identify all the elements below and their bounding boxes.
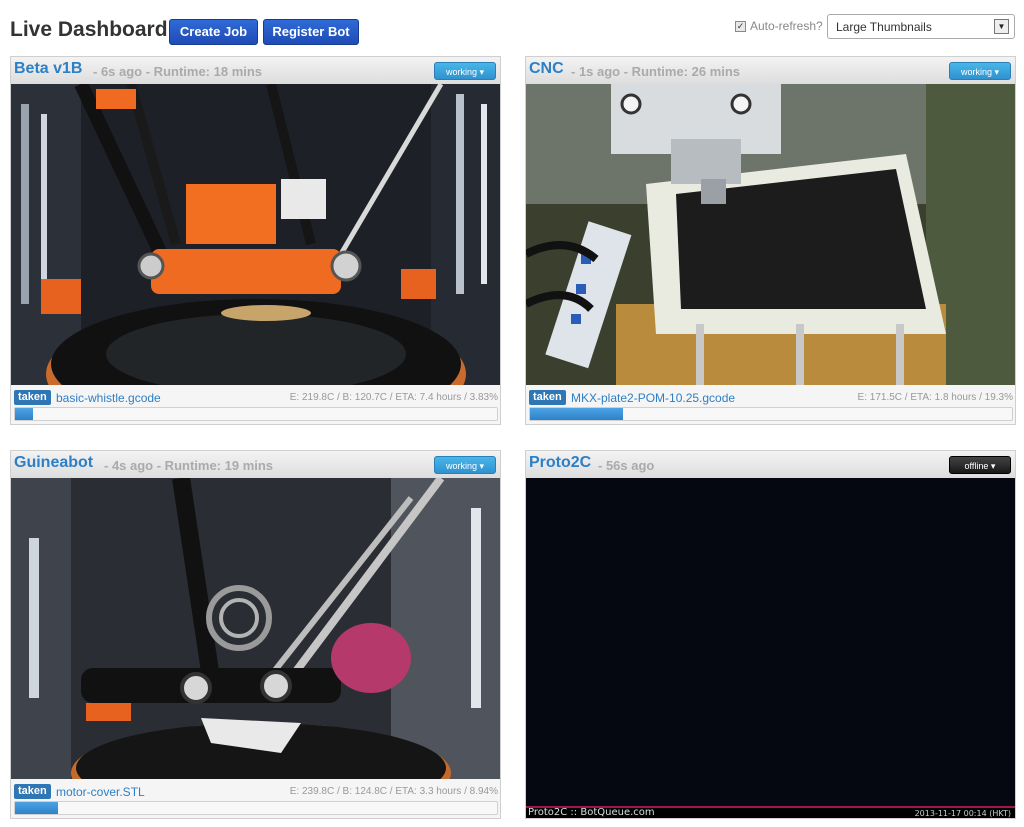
bot-name-link[interactable]: Beta v1B (14, 60, 82, 78)
register-bot-button[interactable]: Register Bot (263, 19, 359, 45)
status-label: offline (964, 461, 989, 471)
job-row: taken MKX-plate2-POM-10.25.gcode E: 171.… (529, 390, 1013, 406)
job-stats: E: 171.5C / ETA: 1.8 hours / 19.3% (857, 392, 1013, 403)
status-label: working (445, 67, 477, 77)
webcam-caption-bar: Proto2C :: BotQueue.com 2013-11-17 00:14… (526, 806, 1015, 818)
webcam-caption-right: 2013-11-17 00:14 (HKT) (914, 809, 1011, 818)
page-title: Live Dashboard (10, 18, 168, 41)
webcam-image[interactable] (11, 84, 500, 385)
auto-refresh-label: Auto-refresh? (750, 19, 823, 33)
webcam-image[interactable] (11, 478, 500, 779)
bot-card-beta-v1b: Beta v1B - 6s ago - Runtime: 18 mins wor… (10, 56, 501, 425)
webcam-image[interactable]: Proto2C :: BotQueue.com 2013-11-17 00:14… (526, 478, 1015, 818)
progress-bar (14, 407, 498, 421)
webcam-image[interactable] (526, 84, 1015, 385)
progress-bar (14, 801, 498, 815)
job-row: taken motor-cover.STL E: 239.8C / B: 124… (14, 784, 498, 800)
progress-bar (529, 407, 1013, 421)
bot-name-link[interactable]: Guineabot (14, 454, 93, 472)
job-name-link[interactable]: basic-whistle.gcode (56, 391, 161, 405)
job-row: taken basic-whistle.gcode E: 219.8C / B:… (14, 390, 498, 406)
bot-card-header: Proto2C - 56s ago offline ▾ (526, 451, 1015, 478)
thumbnail-size-value: Large Thumbnails (836, 20, 932, 34)
checkbox-icon[interactable]: ✓ (735, 20, 746, 32)
create-job-button[interactable]: Create Job (169, 19, 258, 45)
progress-fill (530, 408, 624, 420)
status-label: working (445, 461, 477, 471)
bot-name-link[interactable]: Proto2C (529, 454, 591, 472)
job-stats: E: 239.8C / B: 124.8C / ETA: 3.3 hours /… (289, 786, 498, 797)
bot-card-proto2c: Proto2C - 56s ago offline ▾ Proto2C :: B… (525, 450, 1016, 819)
thumbnail-size-select[interactable]: Large Thumbnails ▼ (827, 14, 1015, 39)
status-dropdown-button[interactable]: working ▾ (949, 62, 1011, 80)
bot-card-guineabot: Guineabot - 4s ago - Runtime: 19 mins wo… (10, 450, 501, 819)
progress-fill (15, 408, 34, 420)
job-stats: E: 219.8C / B: 120.7C / ETA: 7.4 hours /… (289, 392, 498, 403)
bot-card-cnc: CNC - 1s ago - Runtime: 26 mins working … (525, 56, 1016, 425)
bot-name-link[interactable]: CNC (529, 60, 564, 78)
webcam-caption-left: Proto2C :: BotQueue.com (528, 807, 655, 818)
status-label: working (960, 67, 992, 77)
bot-card-header: Beta v1B - 6s ago - Runtime: 18 mins wor… (11, 57, 500, 84)
caret-down-icon[interactable]: ▼ (994, 19, 1009, 34)
status-dropdown-button[interactable]: working ▾ (434, 62, 496, 80)
bot-meta: - 4s ago - Runtime: 19 mins (104, 458, 274, 473)
status-badge: taken (14, 390, 51, 405)
auto-refresh-control[interactable]: ✓ Auto-refresh? (735, 17, 823, 35)
status-dropdown-button[interactable]: working ▾ (434, 456, 496, 474)
bot-meta: - 6s ago - Runtime: 18 mins (93, 64, 263, 79)
bot-card-header: Guineabot - 4s ago - Runtime: 19 mins wo… (11, 451, 500, 478)
job-name-link[interactable]: motor-cover.STL (56, 785, 145, 799)
status-badge: taken (14, 784, 51, 799)
status-dropdown-button[interactable]: offline ▾ (949, 456, 1011, 474)
status-badge: taken (529, 390, 566, 405)
bot-card-header: CNC - 1s ago - Runtime: 26 mins working … (526, 57, 1015, 84)
progress-fill (15, 802, 59, 814)
job-name-link[interactable]: MKX-plate2-POM-10.25.gcode (571, 391, 735, 405)
top-bar: Live Dashboard Create Job Register Bot ✓… (0, 0, 1024, 52)
bot-meta: - 1s ago - Runtime: 26 mins (571, 64, 741, 79)
bot-meta: - 56s ago (598, 458, 655, 473)
